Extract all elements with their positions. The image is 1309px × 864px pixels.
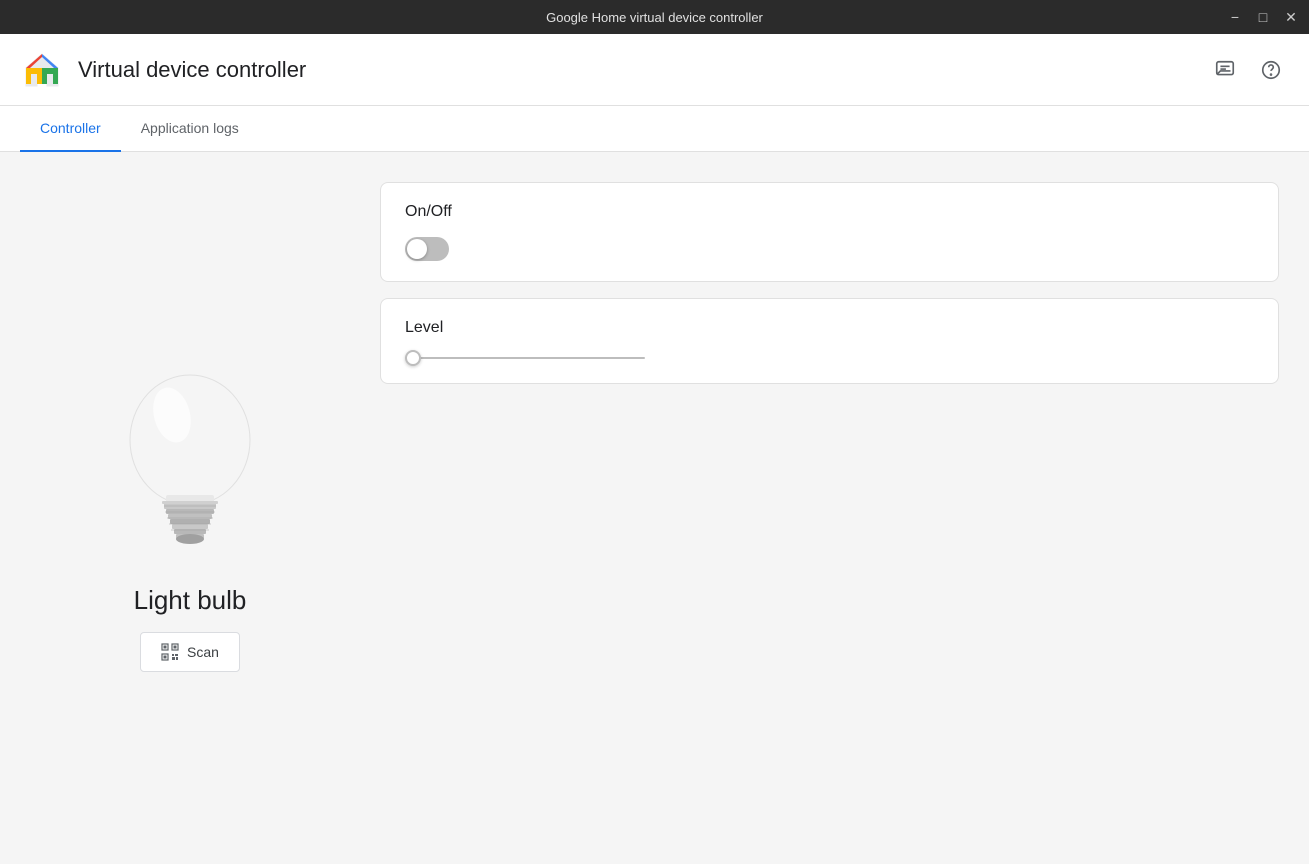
title-bar: Google Home virtual device controller − … [0, 0, 1309, 34]
device-name: Light bulb [134, 585, 247, 616]
help-button[interactable] [1253, 52, 1289, 88]
app-header: Virtual device controller [0, 34, 1309, 106]
on-off-label: On/Off [405, 203, 1254, 221]
tab-application-logs[interactable]: Application logs [121, 106, 259, 152]
device-image [90, 345, 290, 565]
feedback-icon [1214, 59, 1236, 81]
feedback-button[interactable] [1207, 52, 1243, 88]
level-card: Level [380, 298, 1279, 384]
scan-button[interactable]: Scan [140, 632, 240, 672]
help-icon [1260, 59, 1282, 81]
maximize-button[interactable]: □ [1253, 7, 1273, 27]
level-label: Level [405, 319, 1254, 337]
tabs-bar: Controller Application logs [0, 106, 1309, 152]
header-icons [1207, 52, 1289, 88]
toggle-container [405, 237, 1254, 261]
close-button[interactable]: ✕ [1281, 7, 1301, 27]
tab-controller[interactable]: Controller [20, 106, 121, 152]
app-logo [20, 48, 64, 92]
on-off-toggle[interactable] [405, 237, 449, 261]
bulb-illustration [110, 355, 270, 555]
app-title: Virtual device controller [78, 57, 1207, 83]
main-content: Light bulb Scan On/Off [0, 152, 1309, 864]
title-bar-controls: − □ ✕ [1225, 7, 1301, 27]
slider-container [405, 353, 1254, 363]
minimize-button[interactable]: − [1225, 7, 1245, 27]
qr-icon [161, 643, 179, 661]
scan-button-label: Scan [187, 644, 219, 660]
level-slider[interactable] [405, 357, 645, 359]
toggle-thumb [407, 239, 427, 259]
controls-panel: On/Off Level [380, 182, 1279, 834]
device-panel: Light bulb Scan [30, 182, 350, 834]
window-title: Google Home virtual device controller [546, 10, 763, 25]
on-off-card: On/Off [380, 182, 1279, 282]
